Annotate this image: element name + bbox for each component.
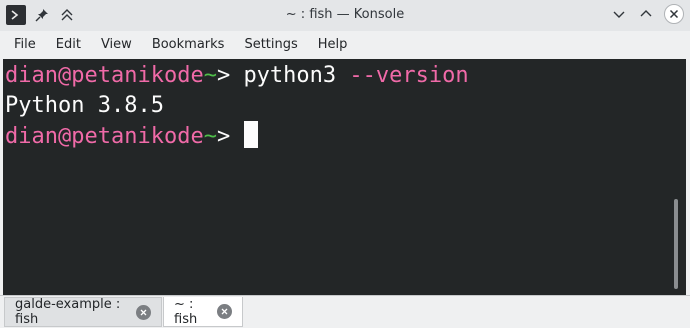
prompt-cwd: ~	[203, 124, 217, 149]
scrollbar-thumb[interactable]	[674, 199, 678, 289]
prompt-at: @	[57, 124, 72, 149]
prompt-cwd: ~	[203, 63, 217, 88]
close-button[interactable]	[664, 4, 684, 24]
prompt-user: dian	[5, 63, 58, 88]
prompt-symbol: >	[216, 124, 244, 149]
minimize-button[interactable]	[610, 5, 628, 23]
menu-settings[interactable]: Settings	[234, 31, 307, 59]
tab-close-button[interactable]	[136, 304, 151, 320]
prompt-host: petanikode	[71, 124, 204, 149]
menu-help[interactable]: Help	[308, 31, 358, 59]
tab-label: ~ : fish	[174, 296, 198, 327]
prompt-user: dian	[5, 124, 58, 149]
terminal-line-output: Python 3.8.5	[5, 93, 164, 118]
prompt-symbol: >	[216, 63, 244, 88]
menu-file[interactable]: File	[4, 31, 46, 59]
menu-bookmarks[interactable]: Bookmarks	[142, 31, 235, 59]
prompt-at: @	[57, 63, 72, 88]
tab-label: galde-example : fish	[15, 297, 121, 327]
command-flag: --version	[336, 63, 469, 88]
tab-galde-example[interactable]: galde-example : fish	[4, 297, 162, 327]
window-controls	[610, 4, 684, 24]
terminal-line-command: dian@petanikode~> python3 --version	[5, 61, 469, 91]
close-icon	[669, 9, 679, 19]
close-icon	[140, 309, 147, 315]
title-bar: ~ : fish — Konsole	[0, 0, 690, 31]
menu-edit[interactable]: Edit	[46, 31, 91, 59]
command-text: python3	[243, 63, 337, 88]
close-icon	[221, 308, 228, 315]
text-cursor	[244, 121, 259, 148]
prompt-host: petanikode	[71, 63, 204, 88]
terminal-line-prompt: dian@petanikode~>	[5, 121, 259, 152]
menu-bar: File Edit View Bookmarks Settings Help	[0, 31, 690, 59]
chevron-up-icon	[640, 10, 652, 17]
chevron-down-icon	[613, 11, 625, 18]
tab-bar: galde-example : fish ~ : fish	[0, 295, 690, 328]
tab-home-fish[interactable]: ~ : fish	[163, 297, 243, 327]
menu-view[interactable]: View	[91, 31, 142, 59]
maximize-button[interactable]	[637, 5, 655, 23]
terminal-view[interactable]: dian@petanikode~> python3 --version Pyth…	[3, 59, 686, 295]
window-title: ~ : fish — Konsole	[285, 7, 405, 22]
tab-close-button[interactable]	[217, 304, 232, 319]
